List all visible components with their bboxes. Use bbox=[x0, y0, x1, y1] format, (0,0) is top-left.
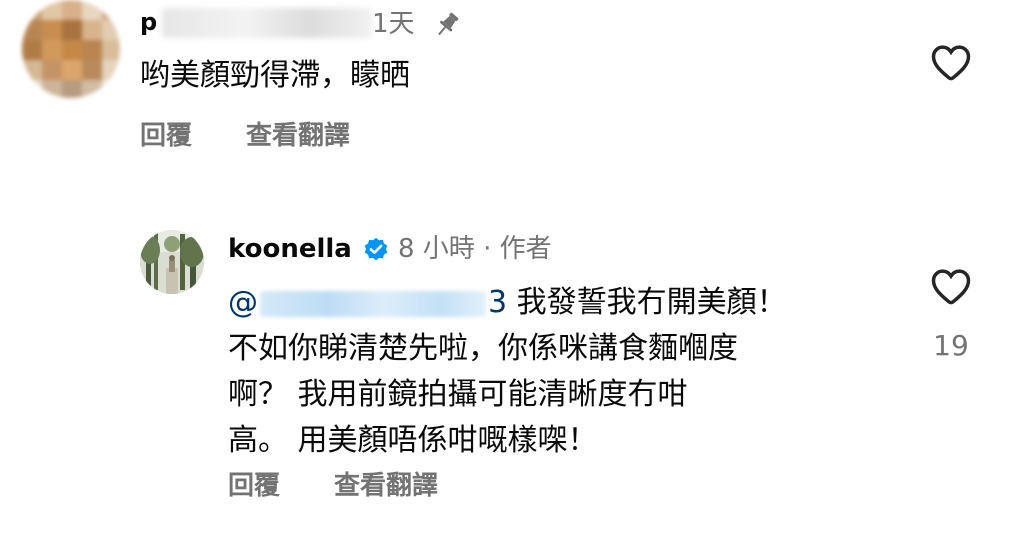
heart-icon[interactable] bbox=[930, 266, 972, 306]
comment-timestamp: 1天 bbox=[372, 9, 415, 39]
comment-line-2: 不如你睇清楚先啦，你係咪講食麵嗰度 bbox=[228, 331, 738, 366]
mention-prefix[interactable]: @ bbox=[228, 285, 258, 320]
comment-line-4: 高。 用美顏唔係咁嘅樣㗎！ bbox=[228, 423, 598, 458]
mention-suffix[interactable]: 3 bbox=[488, 285, 507, 320]
comment-text: 哟美顏勁得滯，矇晒 bbox=[140, 58, 410, 93]
comment-line-3: 啊？ 我用前鏡拍攝可能清晰度冇咁 bbox=[228, 377, 688, 412]
comment-username[interactable]: p bbox=[140, 6, 157, 38]
see-translation-button[interactable]: 查看翻譯 bbox=[246, 118, 350, 154]
reply-button[interactable]: 回覆 bbox=[140, 118, 192, 154]
author-username[interactable]: koonella bbox=[228, 232, 352, 266]
author-avatar[interactable] bbox=[140, 230, 204, 294]
comment-meta: 8 小時 · 作者 bbox=[398, 234, 552, 264]
pin-icon bbox=[438, 12, 459, 36]
verified-badge-icon bbox=[364, 237, 388, 261]
redacted-username bbox=[162, 8, 372, 38]
see-translation-button[interactable]: 查看翻譯 bbox=[334, 468, 438, 504]
avatar-image bbox=[140, 230, 204, 294]
comment-line-1: @3 我發誓我冇開美顏！ bbox=[228, 280, 888, 326]
like-count: 19 bbox=[933, 329, 969, 362]
comment-line-1-text: 我發誓我冇開美顏！ bbox=[507, 285, 787, 320]
reply-button[interactable]: 回覆 bbox=[228, 468, 280, 504]
redacted-mention bbox=[260, 290, 486, 317]
comment-text: @3 我發誓我冇開美顏！ 不如你睇清楚先啦，你係咪講食麵嗰度 啊？ 我用前鏡拍攝… bbox=[228, 280, 888, 464]
avatar[interactable] bbox=[22, 0, 120, 98]
heart-icon[interactable] bbox=[930, 42, 972, 82]
